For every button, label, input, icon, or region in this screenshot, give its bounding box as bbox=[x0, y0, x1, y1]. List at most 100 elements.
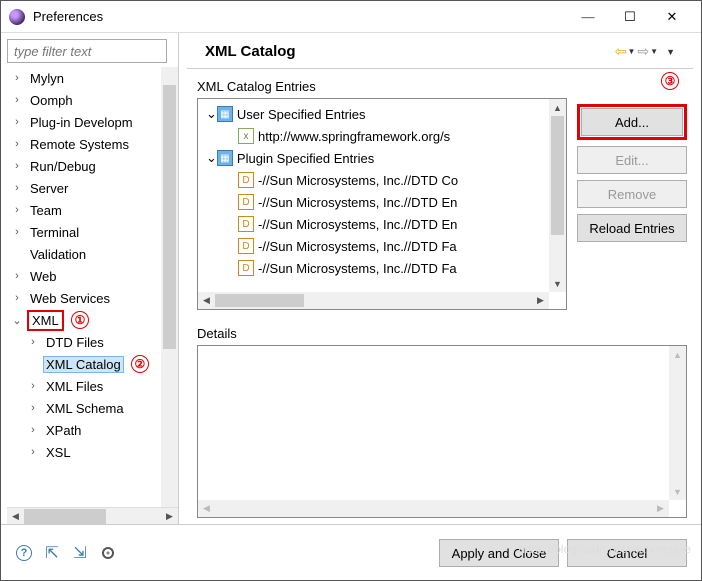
tree-item[interactable]: XML Files bbox=[43, 378, 106, 395]
preferences-tree[interactable]: › Mylyn › Oomph › Plug-in Developm › Remote … bbox=[7, 67, 178, 507]
sidebar-vertical-scrollbar[interactable] bbox=[161, 67, 178, 507]
expand-icon[interactable]: › bbox=[27, 446, 39, 458]
catalog-entry[interactable]: -//Sun Microsystems, Inc.//DTD Fa bbox=[258, 261, 457, 276]
expand-icon[interactable]: › bbox=[27, 336, 39, 348]
dtd-file-icon: D bbox=[238, 238, 254, 254]
apply-and-close-button[interactable]: Apply and Close bbox=[439, 539, 559, 567]
edit-button: Edit... bbox=[577, 146, 687, 174]
collapse-icon[interactable]: ⌄ bbox=[11, 314, 23, 326]
entries-vertical-scrollbar[interactable]: ▲▼ bbox=[549, 99, 566, 292]
expand-icon[interactable]: › bbox=[11, 72, 23, 84]
expand-icon[interactable]: › bbox=[11, 292, 23, 304]
details-panel: ▲▼ ◀▶ bbox=[197, 345, 687, 518]
catalog-entry[interactable]: -//Sun Microsystems, Inc.//DTD En bbox=[258, 217, 457, 232]
cancel-button[interactable]: Cancel bbox=[567, 539, 687, 567]
tree-item[interactable]: Run/Debug bbox=[27, 158, 99, 175]
main-content: XML Catalog Entries ⌄▦User Specified Ent… bbox=[179, 69, 701, 524]
dtd-file-icon: D bbox=[238, 172, 254, 188]
nav-back-icon[interactable]: ⇦ bbox=[615, 43, 627, 60]
tree-item[interactable]: Mylyn bbox=[27, 70, 67, 87]
tree-item[interactable]: XSL bbox=[43, 444, 74, 461]
main-panel: XML Catalog ⇦▼ ⇨▼ ▼ XML Catalog Entries … bbox=[179, 33, 701, 524]
entries-horizontal-scrollbar[interactable]: ◀▶ bbox=[198, 292, 549, 309]
dropdown-icon[interactable]: ▼ bbox=[628, 47, 636, 56]
main-header: XML Catalog ⇦▼ ⇨▼ ▼ bbox=[187, 33, 693, 69]
help-icon[interactable]: ? bbox=[15, 544, 33, 562]
tree-item[interactable]: XPath bbox=[43, 422, 84, 439]
details-vertical-scrollbar[interactable]: ▲▼ bbox=[669, 346, 686, 500]
window-title: Preferences bbox=[33, 9, 567, 24]
expand-icon[interactable]: › bbox=[11, 270, 23, 282]
entries-label: XML Catalog Entries bbox=[197, 79, 687, 94]
preferences-sidebar: › Mylyn › Oomph › Plug-in Developm › Remote … bbox=[1, 33, 179, 524]
expand-icon[interactable]: › bbox=[11, 138, 23, 150]
expand-icon[interactable]: › bbox=[11, 204, 23, 216]
catalog-entry[interactable]: http://www.springframework.org/s bbox=[258, 129, 450, 144]
dialog-body: › Mylyn › Oomph › Plug-in Developm › Remote … bbox=[1, 33, 701, 524]
folder-icon: ▦ bbox=[217, 150, 233, 166]
tree-item[interactable]: Validation bbox=[27, 246, 89, 263]
oomph-record-icon[interactable] bbox=[99, 544, 117, 562]
annotation-1: ① bbox=[71, 311, 89, 329]
filter-input[interactable] bbox=[7, 39, 167, 63]
tree-item[interactable]: Web bbox=[27, 268, 60, 285]
add-button[interactable]: Add... bbox=[581, 108, 683, 136]
expand-icon[interactable]: › bbox=[11, 94, 23, 106]
expand-icon[interactable]: › bbox=[27, 380, 39, 392]
tree-item[interactable]: Web Services bbox=[27, 290, 113, 307]
catalog-entry[interactable]: -//Sun Microsystems, Inc.//DTD En bbox=[258, 195, 457, 210]
catalog-entries-tree[interactable]: ⌄▦User Specified Entries xhttp://www.spr… bbox=[197, 98, 567, 310]
remove-button: Remove bbox=[577, 180, 687, 208]
xml-file-icon: x bbox=[238, 128, 254, 144]
annotation-3: ③ bbox=[661, 72, 679, 90]
titlebar: Preferences — ☐ ✕ bbox=[1, 1, 701, 33]
expand-icon[interactable]: › bbox=[27, 402, 39, 414]
tree-item[interactable]: Oomph bbox=[27, 92, 76, 109]
tree-item[interactable]: Server bbox=[27, 180, 71, 197]
tree-item[interactable]: Terminal bbox=[27, 224, 82, 241]
annotation-box-add: Add... bbox=[577, 104, 687, 140]
details-label: Details bbox=[197, 326, 687, 341]
preferences-window: Preferences — ☐ ✕ › Mylyn › Oomph › Plug-in… bbox=[0, 0, 702, 581]
tree-item-xml[interactable]: XML bbox=[27, 310, 64, 331]
eclipse-icon bbox=[9, 9, 25, 25]
nav-forward-icon[interactable]: ⇨ bbox=[637, 43, 649, 60]
nav-history: ⇦▼ ⇨▼ ▼ bbox=[615, 43, 675, 60]
dropdown-icon[interactable]: ▼ bbox=[650, 47, 658, 56]
expand-icon[interactable]: › bbox=[11, 116, 23, 128]
sidebar-horizontal-scrollbar[interactable]: ◀▶ bbox=[7, 507, 178, 524]
details-horizontal-scrollbar[interactable]: ◀▶ bbox=[198, 500, 669, 517]
tree-item[interactable]: Team bbox=[27, 202, 65, 219]
footer-toolbar: ? ⇱ ⇲ bbox=[15, 544, 117, 562]
close-button[interactable]: ✕ bbox=[651, 2, 693, 32]
tree-item-xml-catalog[interactable]: XML Catalog bbox=[43, 356, 124, 373]
dtd-file-icon: D bbox=[238, 216, 254, 232]
expand-icon[interactable]: › bbox=[11, 182, 23, 194]
view-menu-icon[interactable]: ▼ bbox=[666, 47, 675, 57]
minimize-button[interactable]: — bbox=[567, 2, 609, 32]
tree-item[interactable]: Remote Systems bbox=[27, 136, 132, 153]
import-icon[interactable]: ⇱ bbox=[43, 544, 61, 562]
expand-icon[interactable]: › bbox=[27, 424, 39, 436]
folder-icon: ▦ bbox=[217, 106, 233, 122]
entries-group-user[interactable]: User Specified Entries bbox=[237, 107, 366, 122]
maximize-button[interactable]: ☐ bbox=[609, 2, 651, 32]
expand-icon[interactable]: › bbox=[11, 160, 23, 172]
dtd-file-icon: D bbox=[238, 194, 254, 210]
tree-item[interactable]: XML Schema bbox=[43, 400, 127, 417]
tree-item[interactable]: DTD Files bbox=[43, 334, 107, 351]
tree-item[interactable]: Plug-in Developm bbox=[27, 114, 136, 131]
collapse-icon[interactable]: ⌄ bbox=[206, 106, 217, 122]
page-title: XML Catalog bbox=[205, 43, 615, 60]
catalog-entry[interactable]: -//Sun Microsystems, Inc.//DTD Fa bbox=[258, 239, 457, 254]
annotation-2: ② bbox=[131, 355, 149, 373]
entries-buttons: ③ Add... Edit... Remove Reload Entries bbox=[577, 98, 687, 310]
entries-group-plugin[interactable]: Plugin Specified Entries bbox=[237, 151, 374, 166]
expand-icon[interactable]: › bbox=[11, 226, 23, 238]
collapse-icon[interactable]: ⌄ bbox=[206, 150, 217, 166]
reload-entries-button[interactable]: Reload Entries bbox=[577, 214, 687, 242]
dialog-footer: ? ⇱ ⇲ Apply and Close Cancel bbox=[1, 524, 701, 581]
export-icon[interactable]: ⇲ bbox=[71, 544, 89, 562]
catalog-entry[interactable]: -//Sun Microsystems, Inc.//DTD Co bbox=[258, 173, 458, 188]
dtd-file-icon: D bbox=[238, 260, 254, 276]
